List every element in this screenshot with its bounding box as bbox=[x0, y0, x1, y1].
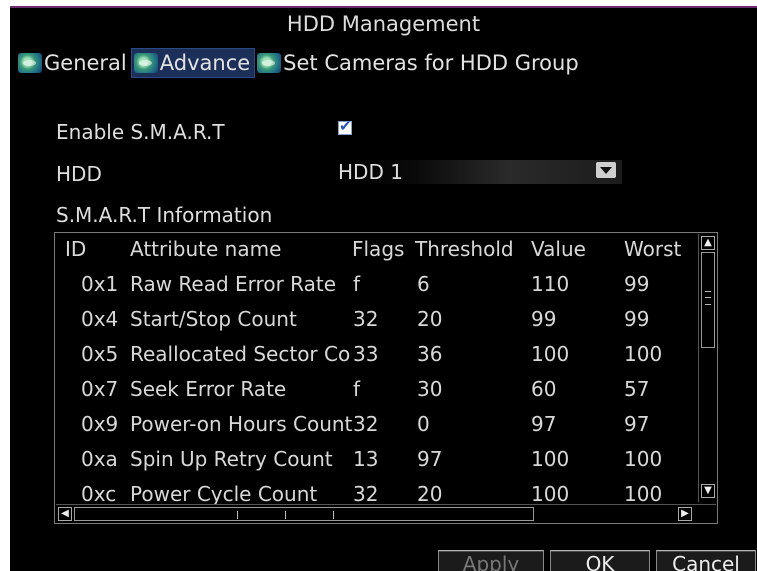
cell-worst: 100 bbox=[624, 447, 663, 471]
table-row[interactable]: 0x9 Power-on Hours Count 32 0 97 97 bbox=[55, 408, 695, 442]
column-header-worst[interactable]: Worst bbox=[624, 237, 694, 261]
vertical-scroll-thumb[interactable] bbox=[701, 252, 715, 348]
cell-attribute-name: Power-on Hours Count bbox=[130, 412, 352, 436]
cell-attribute-name: Reallocated Sector Count bbox=[130, 342, 352, 366]
hdd-select-value: HDD 1 bbox=[338, 160, 403, 184]
cell-worst: 97 bbox=[624, 412, 650, 436]
column-header-value[interactable]: Value bbox=[531, 237, 621, 261]
table-row[interactable]: 0x5 Reallocated Sector Count 33 36 100 1… bbox=[55, 338, 695, 372]
cell-attribute-name: Raw Read Error Rate bbox=[130, 272, 337, 296]
tab-set-cameras[interactable]: Set Cameras for HDD Group bbox=[255, 48, 582, 78]
tab-advance[interactable]: Advance bbox=[130, 48, 256, 78]
cell-value: 60 bbox=[531, 377, 557, 401]
cell-flags: f bbox=[353, 272, 361, 296]
table-row[interactable]: 0x4 Start/Stop Count 32 20 99 99 bbox=[55, 303, 695, 337]
cell-threshold: 30 bbox=[417, 377, 443, 401]
cancel-button[interactable]: Cancel bbox=[656, 550, 756, 571]
cell-flags: 32 bbox=[353, 307, 379, 331]
cell-value: 100 bbox=[531, 447, 570, 471]
enable-smart-label: Enable S.M.A.R.T bbox=[56, 120, 225, 144]
cell-worst: 100 bbox=[624, 342, 663, 366]
ok-button[interactable]: OK bbox=[550, 550, 650, 571]
cell-worst: 100 bbox=[624, 482, 663, 506]
column-header-threshold[interactable]: Threshold bbox=[415, 237, 529, 261]
vertical-scrollbar[interactable]: ▲ ▼ bbox=[698, 234, 716, 502]
scroll-left-icon[interactable]: ◀ bbox=[58, 507, 72, 521]
cell-worst: 99 bbox=[624, 272, 650, 296]
tab-bar: General Advance Set Cameras for HDD Grou… bbox=[16, 48, 583, 78]
cell-threshold: 20 bbox=[417, 482, 443, 506]
table-row[interactable]: 0x7 Seek Error Rate f 30 60 57 bbox=[55, 373, 695, 407]
cell-flags: 32 bbox=[353, 412, 379, 436]
tab-general[interactable]: General bbox=[16, 48, 131, 78]
checkmark-icon: ✔ bbox=[339, 117, 352, 135]
cell-attribute-name: Seek Error Rate bbox=[130, 377, 287, 401]
cell-flags: 32 bbox=[353, 482, 379, 506]
cell-flags: 33 bbox=[353, 342, 379, 366]
chevron-down-icon[interactable] bbox=[596, 162, 616, 178]
horizontal-scrollbar[interactable]: ◀ ▶ bbox=[56, 504, 716, 522]
horizontal-scroll-thumb[interactable] bbox=[74, 507, 534, 521]
tab-set-cameras-label: Set Cameras for HDD Group bbox=[283, 51, 579, 75]
cell-flags: f bbox=[353, 377, 361, 401]
cell-value: 97 bbox=[531, 412, 557, 436]
cell-worst: 99 bbox=[624, 307, 650, 331]
cell-threshold: 97 bbox=[417, 447, 443, 471]
smart-info-label: S.M.A.R.T Information bbox=[56, 203, 273, 227]
scroll-right-icon[interactable]: ▶ bbox=[678, 507, 692, 521]
cell-value: 99 bbox=[531, 307, 557, 331]
cell-flags: 13 bbox=[353, 447, 379, 471]
table-row[interactable]: 0xa Spin Up Retry Count 13 97 100 100 bbox=[55, 443, 695, 477]
cell-attribute-name: Start/Stop Count bbox=[130, 307, 297, 331]
hdd-select[interactable]: HDD 1 bbox=[336, 160, 622, 184]
tab-general-label: General bbox=[44, 51, 127, 75]
smart-info-table: ID Attribute name Flags Threshold Value … bbox=[54, 232, 718, 524]
scroll-down-icon[interactable]: ▼ bbox=[701, 484, 715, 498]
apply-button[interactable]: Apply bbox=[438, 550, 544, 571]
cell-threshold: 20 bbox=[417, 307, 443, 331]
cell-threshold: 0 bbox=[417, 412, 430, 436]
column-header-flags[interactable]: Flags bbox=[352, 237, 414, 261]
camera-icon bbox=[18, 53, 42, 73]
cell-attribute-name: Spin Up Retry Count bbox=[130, 447, 333, 471]
enable-smart-checkbox[interactable]: ✔ bbox=[338, 117, 352, 135]
table-row[interactable]: 0x1 Raw Read Error Rate f 6 110 99 bbox=[55, 268, 695, 302]
column-header-attribute-name[interactable]: Attribute name bbox=[130, 237, 365, 261]
cell-value: 100 bbox=[531, 482, 570, 506]
tab-advance-label: Advance bbox=[159, 51, 251, 75]
table-header: ID Attribute name Flags Threshold Value … bbox=[55, 233, 695, 267]
column-header-id[interactable]: ID bbox=[65, 237, 127, 261]
camera-icon bbox=[133, 53, 158, 73]
cell-value: 110 bbox=[531, 272, 570, 296]
scroll-up-icon[interactable]: ▲ bbox=[701, 236, 715, 250]
dialog-title: HDD Management bbox=[286, 12, 481, 36]
hdd-label: HDD bbox=[56, 162, 102, 186]
cell-value: 100 bbox=[531, 342, 570, 366]
cell-threshold: 36 bbox=[417, 342, 443, 366]
cell-threshold: 6 bbox=[417, 272, 430, 296]
camera-icon bbox=[257, 53, 282, 73]
cell-attribute-name: Power Cycle Count bbox=[130, 482, 318, 506]
cell-worst: 57 bbox=[624, 377, 650, 401]
hdd-management-dialog: HDD Management General Advance Set Camer… bbox=[10, 6, 757, 571]
